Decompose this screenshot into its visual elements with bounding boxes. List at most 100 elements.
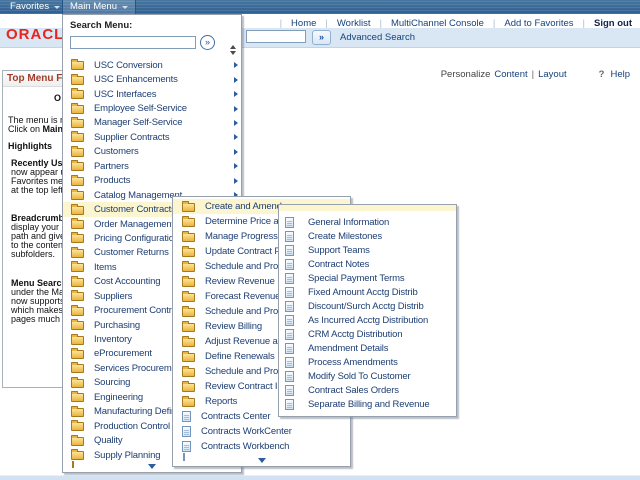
chevron-right-icon (234, 134, 238, 140)
menu-item[interactable]: Contract Notes (279, 257, 456, 271)
portal-search-input[interactable] (246, 30, 306, 43)
personalize-layout-link[interactable]: Layout (538, 69, 567, 80)
main-menu-label: Main Menu (70, 0, 117, 14)
folder-icon (71, 177, 84, 186)
folder-icon (71, 206, 84, 215)
folder-icon (71, 148, 84, 157)
folder-icon (71, 379, 84, 388)
favorites-label: Favorites (10, 0, 49, 14)
menu-item[interactable]: Separate Billing and Revenue (279, 397, 456, 411)
page-bottom-strip (0, 475, 640, 480)
folder-icon (182, 248, 195, 257)
chevron-down-icon (54, 6, 60, 9)
page-icon (285, 315, 294, 326)
favorites-menu-tab[interactable]: Favorites (3, 0, 67, 14)
folder-icon (71, 422, 84, 431)
folder-icon (71, 336, 84, 345)
menu-scroll-spinner-icon[interactable] (230, 45, 236, 55)
menu-item[interactable]: Fixed Amount Acctg Distrib (279, 285, 456, 299)
chevron-down-icon (122, 6, 128, 9)
page-icon (182, 411, 191, 422)
folder-icon (71, 263, 84, 272)
folder-icon (182, 398, 195, 407)
folder-icon (71, 119, 84, 128)
folder-icon (71, 393, 84, 402)
chevron-right-icon (234, 77, 238, 83)
menu-item[interactable]: Process Amendments (279, 355, 456, 369)
page-icon (285, 231, 294, 242)
menu-item[interactable]: Partners (63, 159, 241, 173)
advanced-search-link[interactable]: Advanced Search (340, 32, 415, 43)
help-link[interactable]: Help (610, 69, 630, 80)
help-icon[interactable]: ? (599, 69, 605, 80)
scroll-down-icon[interactable] (148, 464, 156, 469)
folder-icon (182, 263, 195, 272)
menu-item[interactable]: Create Milestones (279, 229, 456, 243)
menu-item[interactable]: General Information (279, 215, 456, 229)
folder-icon (71, 162, 84, 171)
menu-search-area: Search Menu: » (63, 15, 241, 50)
page-icon (285, 371, 294, 382)
menu-item[interactable]: Support Teams (279, 243, 456, 257)
create-and-amend-submenu: General Information Create Milestones Su… (278, 204, 457, 417)
menu-item[interactable]: As Incurred Acctg Distribution (279, 313, 456, 327)
folder-icon (71, 220, 84, 229)
chevron-right-icon (234, 106, 238, 112)
menu-item[interactable]: Discount/Surch Acctg Distrib (279, 299, 456, 313)
menu-item[interactable]: Manager Self-Service (63, 116, 241, 130)
personalize-row: Personalize Content | Layout ? Help (441, 69, 630, 80)
menu-item[interactable]: USC Enhancements (63, 72, 241, 86)
menu-item[interactable]: Customers (63, 145, 241, 159)
folder-icon (71, 249, 84, 258)
folder-icon (71, 307, 84, 316)
folder-icon (71, 133, 84, 142)
folder-icon (182, 233, 195, 242)
highlight-strip (279, 205, 456, 211)
personalize-content-link[interactable]: Content (494, 69, 527, 80)
page-icon (285, 287, 294, 298)
folder-icon (72, 461, 74, 468)
search-menu-label: Search Menu: (70, 20, 234, 31)
chevron-right-icon (234, 178, 238, 184)
chevron-right-icon (234, 163, 238, 169)
folder-icon (182, 383, 195, 392)
personalize-label: Personalize (441, 69, 491, 80)
folder-icon (182, 323, 195, 332)
folder-icon (182, 338, 195, 347)
page-icon (285, 385, 294, 396)
folder-icon (71, 408, 84, 417)
chevron-right-icon (234, 62, 238, 68)
menu-item[interactable]: USC Interfaces (63, 87, 241, 101)
folder-icon (182, 368, 195, 377)
page-icon (182, 441, 191, 452)
menu-item[interactable]: Contracts Workbench (173, 439, 350, 454)
scroll-down-icon[interactable] (258, 458, 266, 463)
chevron-right-icon (234, 120, 238, 126)
menu-item[interactable]: Amendment Details (279, 341, 456, 355)
help-group: ? Help (599, 69, 630, 80)
page-icon (285, 343, 294, 354)
menu-item[interactable]: Modify Sold To Customer (279, 369, 456, 383)
menu-item[interactable]: Special Payment Terms (279, 271, 456, 285)
folder-icon (71, 321, 84, 330)
folder-icon (71, 234, 84, 243)
menu-search-go-icon[interactable]: » (200, 35, 215, 50)
folder-icon (71, 350, 84, 359)
menu-item[interactable]: Contracts WorkCenter (173, 424, 350, 439)
menu-search-input[interactable] (70, 36, 196, 49)
folder-icon (71, 90, 84, 99)
folder-icon (182, 203, 195, 212)
menu-item[interactable]: CRM Acctg Distribution (279, 327, 456, 341)
partial-menu-item (72, 461, 85, 468)
page-icon (285, 399, 294, 410)
menu-item[interactable]: USC Conversion (63, 58, 241, 72)
main-menu-tab[interactable]: Main Menu (62, 0, 136, 14)
page-icon (285, 329, 294, 340)
menu-item[interactable]: Employee Self-Service (63, 101, 241, 115)
portal-search-go-icon[interactable]: » (312, 30, 331, 45)
folder-icon (71, 292, 84, 301)
menu-item[interactable]: Contract Sales Orders (279, 383, 456, 397)
menu-item[interactable]: Supplier Contracts (63, 130, 241, 144)
menu-item[interactable]: Products (63, 174, 241, 188)
folder-icon (182, 293, 195, 302)
